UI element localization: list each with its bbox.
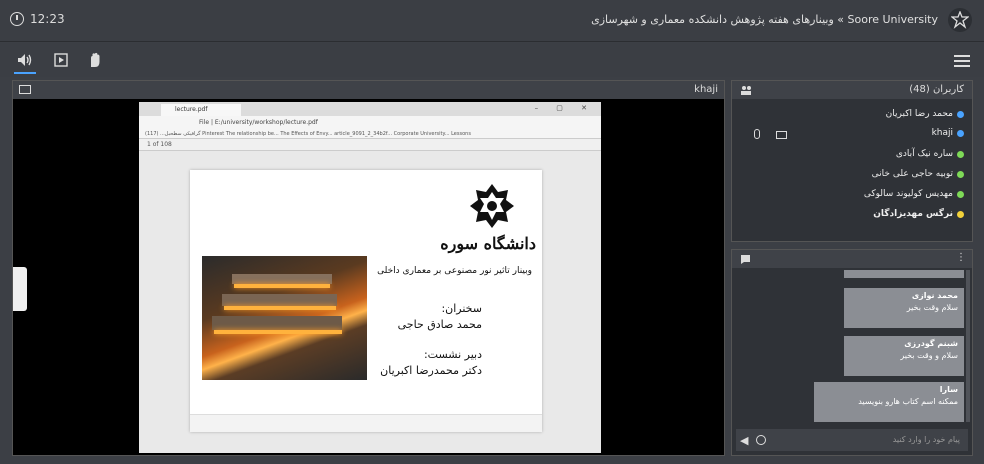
chat-input-placeholder: پیام خود را وارد کنید bbox=[892, 435, 960, 444]
pdf-page-indicator: 1 of 108 bbox=[147, 141, 172, 148]
user-name: محمد رضا اکبریان bbox=[885, 109, 953, 119]
chat-panel: ⋮ محمد نوازی سلام وقت بخیر شبنم گودرزی س… bbox=[731, 249, 973, 456]
slide-speakers-label: سخنران: bbox=[441, 302, 482, 315]
session-time: 12:23 bbox=[30, 12, 65, 26]
user-icon bbox=[957, 190, 964, 198]
chat-messages: محمد نوازی سلام وقت بخیر شبنم گودرزی سلا… bbox=[738, 270, 968, 422]
screen-share-icon bbox=[19, 85, 31, 94]
chat-message-partial bbox=[844, 270, 964, 278]
presentation-slide: دانشگاه سوره وبینار تاثیر نور مصنوعی بر … bbox=[190, 170, 542, 432]
window-controls: – ▢ ✕ bbox=[534, 104, 595, 112]
chat-message: محمد نوازی سلام وقت بخیر bbox=[844, 288, 964, 328]
user-row[interactable]: khaji bbox=[932, 128, 964, 138]
chat-sender: شبنم گودرزی bbox=[904, 339, 958, 348]
users-icon bbox=[741, 86, 751, 95]
chat-input[interactable]: ◀ پیام خود را وارد کنید bbox=[736, 429, 968, 451]
user-icon bbox=[957, 170, 964, 178]
side-drawer-handle[interactable] bbox=[13, 267, 27, 311]
speaker-icon[interactable] bbox=[16, 52, 34, 68]
top-bar: 12:23 Soore University » وبینارهای هفته … bbox=[0, 0, 984, 42]
presentation-header: khaji bbox=[13, 81, 724, 99]
user-icon bbox=[957, 150, 964, 158]
browser-tab: lecture.pdf bbox=[161, 104, 241, 116]
user-name: khaji bbox=[931, 128, 953, 138]
active-indicator bbox=[14, 72, 36, 74]
users-title: کاربران (48) bbox=[909, 84, 964, 95]
slide-webinar-title: وبینار تاثیر نور مصنوعی بر معماری داخلی bbox=[377, 266, 532, 276]
user-row[interactable]: مهدیس کولیوند سالوکی bbox=[864, 189, 964, 199]
shared-screen: lecture.pdf – ▢ ✕ File | E:/university/w… bbox=[139, 102, 601, 453]
user-row[interactable]: محمد رضا اکبریان bbox=[886, 109, 964, 119]
chat-text: سلام و وقت بخیر bbox=[900, 351, 958, 360]
send-icon[interactable]: ◀ bbox=[740, 434, 748, 447]
microphone-icon[interactable] bbox=[754, 129, 760, 139]
user-name: ساره نیک آبادی bbox=[895, 149, 953, 159]
user-icon bbox=[957, 129, 964, 137]
browser-bookmarks: گرافیکی سطحبل... (117) Pinterest The rel… bbox=[139, 129, 601, 139]
users-header: کاربران (48) bbox=[732, 81, 972, 99]
chat-scrollbar[interactable] bbox=[966, 270, 970, 422]
users-panel: کاربران (48) محمد رضا اکبریان khaji ساره… bbox=[731, 80, 973, 242]
chat-header: ⋮ bbox=[732, 250, 972, 268]
user-name: توبیه حاجی علی خانی bbox=[871, 169, 953, 179]
chat-icon bbox=[741, 255, 750, 264]
university-emblem-icon bbox=[470, 184, 514, 228]
session-clock: 12:23 bbox=[10, 12, 65, 26]
user-row[interactable]: نرگس مهدیزادگان bbox=[873, 209, 964, 219]
user-name: نرگس مهدیزادگان bbox=[873, 209, 953, 219]
user-icon bbox=[957, 110, 964, 118]
browser-address-bar: File | E:/university/workshop/lecture.pd… bbox=[139, 116, 601, 129]
emoji-icon[interactable] bbox=[756, 435, 766, 445]
share-screen-icon[interactable] bbox=[52, 52, 70, 68]
slide-secretary-label: دبیر نشست: bbox=[423, 348, 482, 361]
meeting-title: Soore University » وبینارهای هفته پژوهش … bbox=[591, 13, 938, 26]
toolbar bbox=[0, 43, 984, 77]
chat-sender: سارا bbox=[939, 385, 958, 394]
chat-text: سلام وقت بخیر bbox=[906, 303, 958, 312]
user-row[interactable]: توبیه حاجی علی خانی bbox=[872, 169, 964, 179]
chat-message: سارا ممکنه اسم کتاب هارو بنویسید bbox=[814, 382, 964, 422]
browser-titlebar: lecture.pdf – ▢ ✕ bbox=[139, 102, 601, 116]
pdf-toolbar: 1 of 108 bbox=[139, 139, 601, 151]
chat-text: ممکنه اسم کتاب هارو بنویسید bbox=[858, 397, 958, 406]
slide-secretary-name: دکتر محمدرضا اکبریان bbox=[380, 364, 482, 377]
more-options-icon[interactable]: ⋮ bbox=[956, 252, 966, 263]
lit-stairs-photo bbox=[202, 256, 367, 380]
slide-university-name: دانشگاه سوره bbox=[440, 234, 536, 253]
university-logo-icon bbox=[948, 8, 972, 32]
clock-icon bbox=[10, 12, 24, 26]
user-name: مهدیس کولیوند سالوکی bbox=[863, 189, 953, 199]
slide-footer bbox=[190, 414, 542, 432]
presentation-panel: khaji lecture.pdf – ▢ ✕ File | E:/univer… bbox=[12, 80, 725, 456]
camera-icon[interactable] bbox=[776, 131, 787, 139]
raise-hand-icon[interactable] bbox=[86, 52, 104, 68]
chat-sender: محمد نوازی bbox=[911, 291, 958, 300]
menu-icon[interactable] bbox=[954, 55, 970, 67]
slide-speaker-name: محمد صادق حاجی bbox=[397, 318, 482, 331]
user-icon bbox=[957, 210, 964, 218]
user-row[interactable]: ساره نیک آبادی bbox=[896, 149, 964, 159]
chat-message: شبنم گودرزی سلام و وقت بخیر bbox=[844, 336, 964, 376]
presenter-label: khaji bbox=[694, 84, 718, 95]
